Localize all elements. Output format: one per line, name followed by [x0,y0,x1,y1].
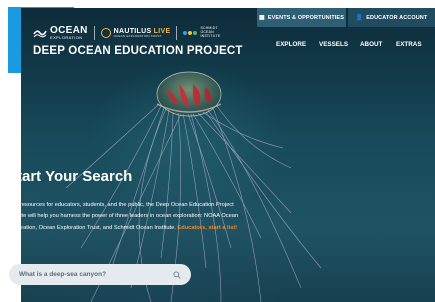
nautilus-logo-subtitle: OCEAN EXPLORATION TRUST [113,34,162,38]
schmidt-dots-icon [183,31,198,35]
nav-vessels[interactable]: VESSELS [319,41,348,48]
search-icon[interactable] [173,270,181,279]
schmidt-logo-line3: INSTITUTE [200,33,221,38]
nav-extras[interactable]: EXTRAS [396,41,422,48]
search-input[interactable] [19,271,159,278]
site-title[interactable]: DEEP OCEAN EDUCATION PROJECT [33,45,243,57]
hero-headline: Start Your Search [7,168,133,185]
noaa-wave-icon [33,30,47,38]
hero-description: With resources for educators, students, … [7,200,252,234]
logo-divider [176,26,178,40]
educator-account-button[interactable]: 👤 EDUCATOR ACCOUNT [348,8,435,27]
nautilus-ring-icon [100,28,111,38]
events-opportunities-button[interactable]: ▦ EVENTS & OPPORTUNITIES [257,8,346,27]
logo-divider [93,26,95,40]
ocean-exploration-logo[interactable]: OCEAN EXPLORATION [33,26,88,40]
educators-start-list-link[interactable]: Educators, start a list! [177,225,237,231]
ocean-logo-subtitle: EXPLORATION [50,35,83,40]
search-bar [9,264,191,285]
hero-section: OCEAN EXPLORATION NAUTILUS LIVE OCEAN EX… [21,8,435,302]
user-icon: 👤 [355,15,364,21]
nautilus-live-logo[interactable]: NAUTILUS LIVE OCEAN EXPLORATION TRUST [100,28,171,38]
nav-explore[interactable]: EXPLORE [276,41,306,48]
nav-about[interactable]: ABOUT [360,41,382,48]
events-label: EVENTS & OPPORTUNITIES [267,14,344,21]
calendar-icon: ▦ [259,15,265,21]
schmidt-logo[interactable]: SCHMIDT OCEAN INSTITUTE [183,26,221,39]
partner-logos: OCEAN EXPLORATION NAUTILUS LIVE OCEAN EX… [33,26,220,40]
educator-label: EDUCATOR ACCOUNT [366,14,428,21]
